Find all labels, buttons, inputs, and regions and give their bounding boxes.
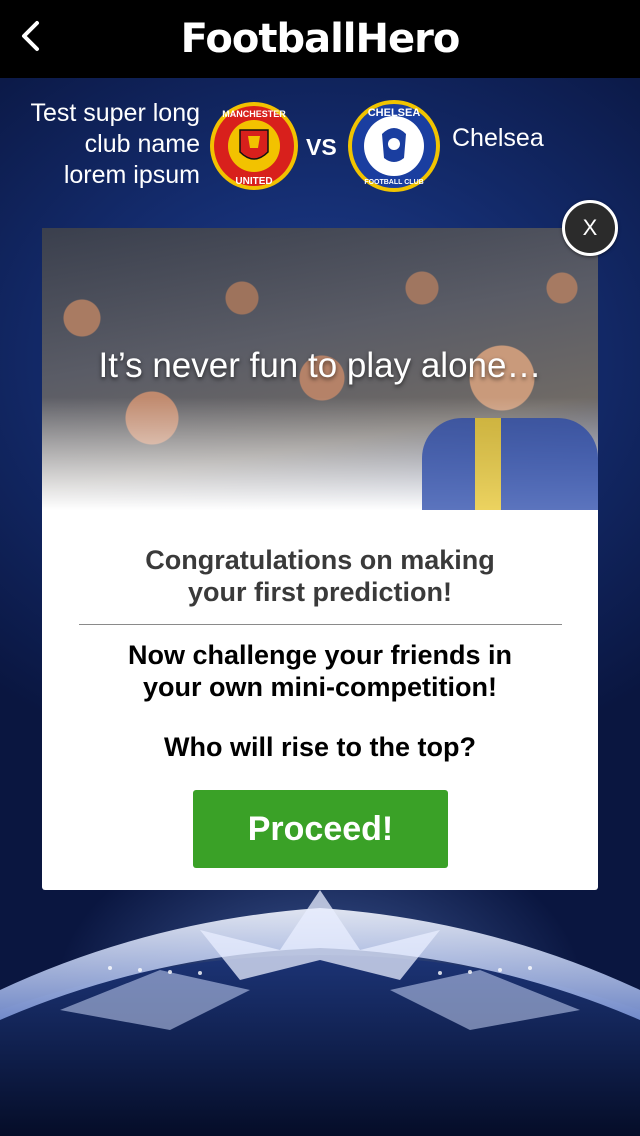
vs-label: VS xyxy=(306,134,337,160)
congrats-line: your first prediction! xyxy=(187,577,452,607)
crowd-hero-image: It’s never fun to play alone… xyxy=(42,228,598,510)
fan-shirt-graphic xyxy=(422,418,598,510)
challenge-line: Now challenge your friends in xyxy=(127,640,513,670)
stadium-starball-graphic xyxy=(0,890,640,1136)
svg-text:FOOTBALL CLUB: FOOTBALL CLUB xyxy=(364,179,423,186)
svg-text:CHELSEA: CHELSEA xyxy=(368,107,421,119)
congrats-text: Congratulations on making your first pre… xyxy=(62,544,578,608)
svg-text:UNITED: UNITED xyxy=(235,176,272,187)
svg-text:MANCHESTER: MANCHESTER xyxy=(222,109,286,119)
away-team-crest: CHELSEA FOOTBALL CLUB xyxy=(348,100,440,192)
divider xyxy=(79,624,562,625)
home-team-name-line: club name xyxy=(84,130,200,158)
chevron-left-icon xyxy=(22,21,39,51)
close-button[interactable]: X xyxy=(562,200,618,256)
top-bar: FootballHero xyxy=(0,0,640,78)
challenge-modal: It’s never fun to play alone… X Congratu… xyxy=(42,200,618,890)
challenge-text: Now challenge your friends in your own m… xyxy=(62,639,578,703)
rise-text: Who will rise to the top? xyxy=(164,732,476,762)
proceed-button[interactable]: Proceed! xyxy=(193,790,448,868)
congrats-line: Congratulations on making xyxy=(145,545,495,575)
match-header: Test super long club name lorem ipsum MA… xyxy=(0,78,640,208)
home-team-crest: MANCHESTER UNITED xyxy=(210,102,298,190)
away-team-name: Chelsea xyxy=(452,124,544,152)
home-team-name: Test super long club name lorem ipsum xyxy=(10,98,200,191)
challenge-line: your own mini-competition! xyxy=(143,672,497,702)
home-team-name-line: lorem ipsum xyxy=(63,161,200,189)
back-button[interactable] xyxy=(10,14,50,58)
home-team-name-line: Test super long xyxy=(30,99,200,127)
hero-title: It’s never fun to play alone… xyxy=(98,346,542,385)
app-logo: FootballHero xyxy=(180,16,461,62)
